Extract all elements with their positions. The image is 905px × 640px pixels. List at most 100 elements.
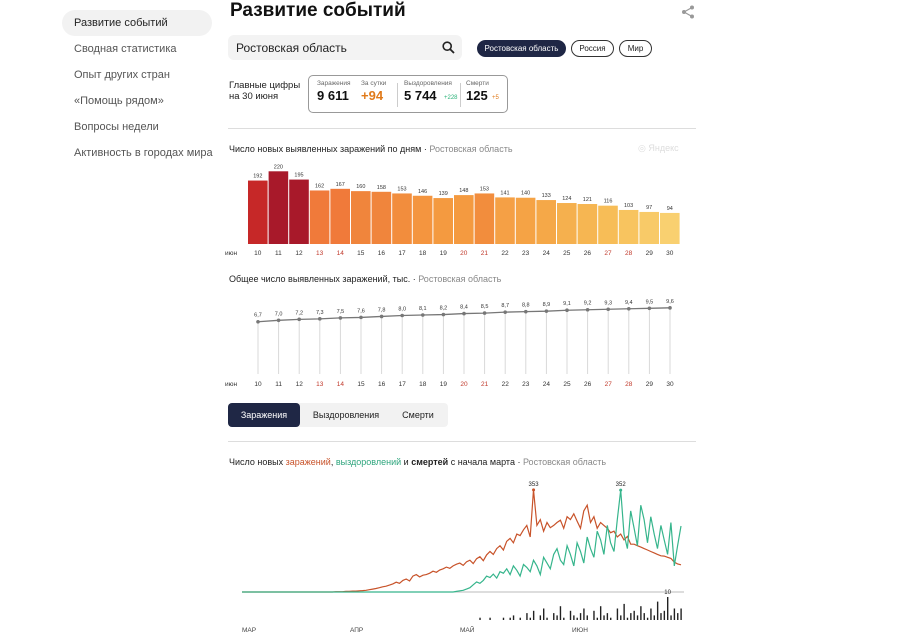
point-value-label: 9,6 bbox=[666, 299, 674, 305]
point-value-label: 7,8 bbox=[378, 307, 386, 313]
data-point bbox=[421, 313, 425, 317]
deaths-bar bbox=[599, 606, 602, 620]
point-value-label: 7,2 bbox=[295, 310, 303, 316]
x-tick-label: 16 bbox=[378, 381, 386, 388]
point-value-label: 8,4 bbox=[460, 305, 468, 311]
point-value-label: 9,3 bbox=[604, 300, 612, 306]
data-point bbox=[359, 315, 363, 320]
bar bbox=[557, 203, 577, 244]
x-tick-label: 23 bbox=[522, 381, 530, 388]
deaths-bar bbox=[636, 615, 639, 620]
sidebar-item-other-countries[interactable]: Опыт других стран bbox=[62, 62, 212, 88]
x-tick-label: 22 bbox=[502, 381, 510, 388]
bar-value-label: 153 bbox=[480, 186, 489, 192]
x-tick-label: 16 bbox=[378, 250, 386, 257]
point-value-label: 9,1 bbox=[563, 301, 571, 307]
sidebar-item-help-nearby[interactable]: «Помощь рядом» bbox=[62, 88, 212, 114]
share-icon[interactable] bbox=[681, 5, 695, 19]
point-value-label: 8,9 bbox=[543, 302, 551, 308]
deaths-peak-label: 10 bbox=[664, 590, 671, 596]
point-value-label: 8,5 bbox=[481, 304, 489, 310]
bar bbox=[268, 171, 289, 244]
x-tick-label: 28 bbox=[625, 250, 633, 257]
chart1-title-text: Число новых выявленных заражений по дням bbox=[229, 144, 422, 154]
data-point bbox=[318, 317, 322, 321]
deaths-bar bbox=[663, 610, 666, 620]
tab-recoveries[interactable]: Выздоровления bbox=[306, 403, 386, 427]
data-point bbox=[297, 317, 301, 322]
bar bbox=[474, 193, 495, 244]
sidebar-item-developments[interactable]: Развитие событий bbox=[62, 10, 212, 36]
search-icon[interactable] bbox=[442, 41, 455, 54]
deaths-bar bbox=[633, 610, 635, 620]
x-tick-label: 15 bbox=[357, 381, 365, 388]
bar bbox=[639, 211, 659, 244]
data-point bbox=[441, 312, 446, 317]
x-month-label: июн bbox=[225, 250, 238, 257]
x-tick-label: 11 bbox=[275, 250, 282, 257]
deaths-bar bbox=[583, 608, 585, 620]
x-tick-label: 10 bbox=[254, 250, 262, 257]
stat-deaths-value: 125 bbox=[466, 88, 488, 103]
bar bbox=[536, 200, 556, 244]
data-point bbox=[338, 316, 343, 320]
x-tick-label: 15 bbox=[357, 250, 365, 257]
x-tick-label: 13 bbox=[316, 250, 324, 257]
stat-infections-label: Заражения bbox=[317, 80, 351, 87]
tab-deaths[interactable]: Смерти bbox=[390, 403, 446, 427]
chart3-title-infections: заражений bbox=[285, 457, 331, 467]
data-point bbox=[462, 311, 466, 316]
region-button-rostov[interactable]: Ростовская область bbox=[477, 40, 566, 57]
bar-value-label: 139 bbox=[439, 191, 448, 197]
point-value-label: 6,7 bbox=[254, 313, 262, 319]
data-point bbox=[503, 310, 508, 314]
data-point bbox=[565, 308, 569, 313]
data-point bbox=[627, 306, 631, 311]
deaths-bar bbox=[573, 615, 575, 620]
data-point bbox=[379, 314, 384, 319]
data-point bbox=[256, 319, 260, 324]
search-input[interactable] bbox=[228, 35, 434, 60]
tab-infections[interactable]: Заражения bbox=[228, 403, 300, 427]
deaths-bar bbox=[643, 613, 645, 620]
peak-label: 352 bbox=[616, 482, 627, 488]
sidebar-item-questions-week[interactable]: Вопросы недели bbox=[62, 114, 212, 140]
bar-value-label: 192 bbox=[253, 174, 262, 180]
data-point bbox=[668, 306, 672, 310]
deaths-bar bbox=[656, 601, 659, 620]
x-tick-label: 19 bbox=[440, 381, 448, 388]
x-tick-label: 11 bbox=[275, 381, 282, 388]
peak-point bbox=[532, 488, 536, 492]
bar bbox=[433, 198, 453, 244]
stat-divider bbox=[397, 83, 398, 107]
bar bbox=[598, 205, 618, 244]
deaths-bar bbox=[512, 615, 515, 620]
deaths-bar bbox=[576, 617, 578, 620]
chart3-title-part: с начала марта bbox=[448, 457, 515, 467]
sidebar-item-city-activity[interactable]: Активность в городах мира bbox=[62, 140, 213, 166]
point-value-label: 8,2 bbox=[440, 306, 448, 312]
data-point bbox=[544, 309, 549, 313]
deaths-bar bbox=[610, 617, 612, 620]
chart3-title: Число новых заражений, выздоровлений и с… bbox=[229, 457, 607, 467]
bar-value-label: 220 bbox=[274, 164, 283, 170]
region-button-world[interactable]: Мир bbox=[619, 40, 652, 57]
bar-value-label: 94 bbox=[667, 206, 673, 212]
x-month-label: ИЮН bbox=[572, 627, 588, 634]
bar bbox=[351, 191, 371, 244]
bar-value-label: 160 bbox=[356, 184, 365, 190]
divider bbox=[228, 441, 696, 442]
deaths-bar bbox=[479, 617, 481, 620]
bar bbox=[392, 193, 412, 244]
sidebar-item-summary-stats[interactable]: Сводная статистика bbox=[62, 36, 212, 62]
region-button-russia[interactable]: Россия bbox=[571, 40, 614, 57]
x-tick-label: 20 bbox=[460, 381, 468, 388]
chart2-region: Ростовская область bbox=[418, 274, 502, 284]
deaths-bar bbox=[569, 610, 572, 620]
bar-value-label: 146 bbox=[418, 189, 427, 195]
divider bbox=[228, 128, 696, 129]
x-month-label: июн bbox=[225, 381, 238, 388]
bar-value-label: 140 bbox=[521, 191, 530, 197]
bar-value-label: 153 bbox=[397, 186, 406, 192]
bar-value-label: 103 bbox=[624, 203, 633, 209]
